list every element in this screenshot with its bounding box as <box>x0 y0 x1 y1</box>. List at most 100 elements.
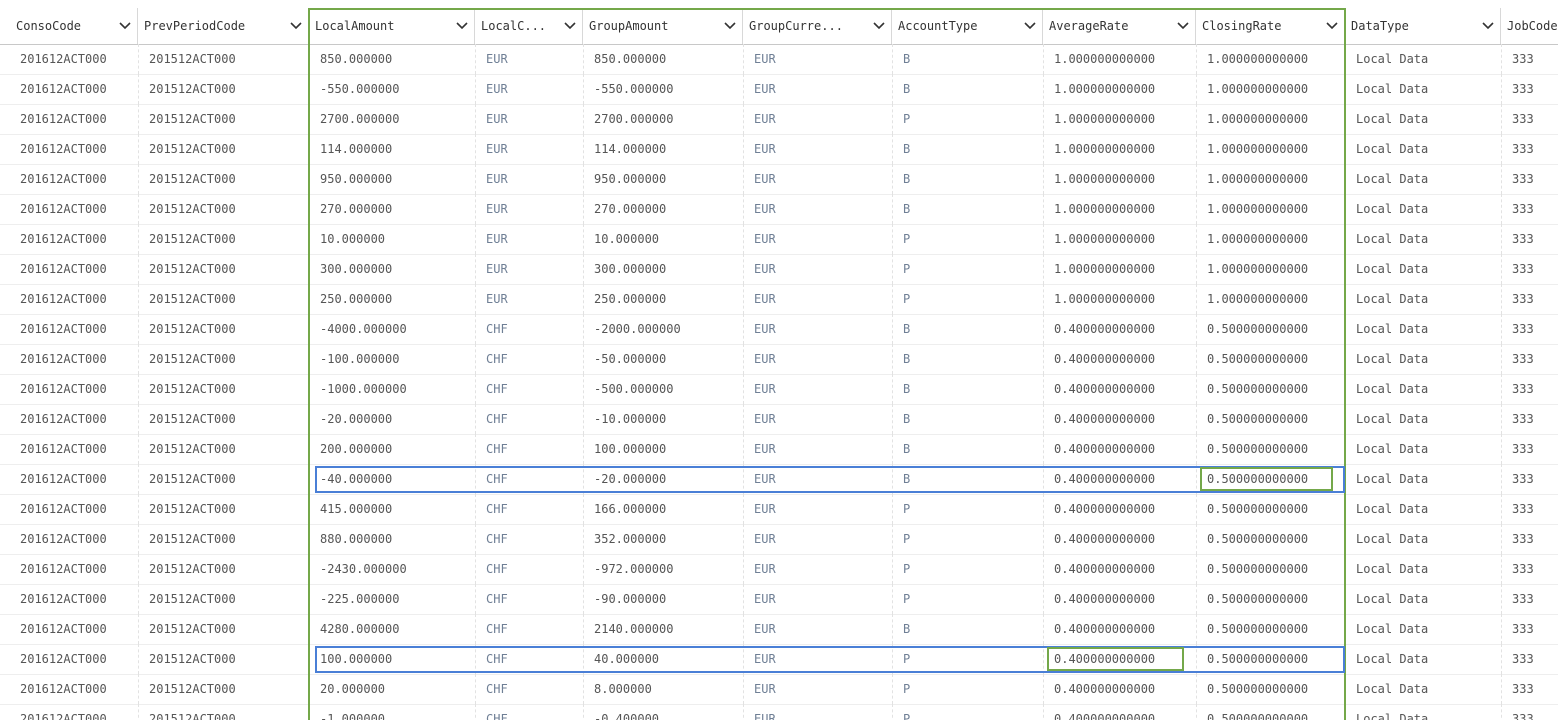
column-header-label: GroupAmount <box>589 19 669 33</box>
cell-consocode: 201612ACT000 <box>20 292 107 306</box>
cell-accounttype: P <box>892 524 1043 554</box>
cell-groupamount: 166.000000 <box>583 494 743 524</box>
cell-groupamount: 850.000000 <box>583 44 743 74</box>
cell-prevperiodcode: 201512ACT000 <box>138 194 309 224</box>
cell-closingrate: 0.500000000000 <box>1196 404 1345 434</box>
cell-groupcurre: EUR <box>743 494 892 524</box>
table-row[interactable]: 201612ACT000 201512ACT000 270.000000 EUR 270… <box>0 194 1558 225</box>
cell-prevperiodcode: 201512ACT000 <box>138 674 309 704</box>
cell-localc: CHF <box>475 644 583 674</box>
cell-averagerate: 0.400000000000 <box>1043 404 1196 434</box>
chevron-down-icon[interactable] <box>284 22 308 30</box>
column-header-localc[interactable]: LocalC... <box>475 8 583 44</box>
cell-closingrate: 1.000000000000 <box>1196 134 1345 164</box>
cell-datatype: Local Data <box>1345 224 1501 254</box>
cell-localc: EUR <box>475 224 583 254</box>
cell-localamount: -4000.000000 <box>309 314 475 344</box>
cell-groupcurre: EUR <box>743 524 892 554</box>
table-row[interactable]: 201612ACT000 201512ACT000 -225.000000 CHF -9… <box>0 584 1558 615</box>
table-row[interactable]: 201612ACT000 201512ACT000 -1000.000000 CHF -… <box>0 374 1558 405</box>
cell-closingrate: 0.500000000000 <box>1196 374 1345 404</box>
cell-consocode: 201612ACT000 <box>20 82 107 96</box>
column-header-label: LocalAmount <box>315 19 395 33</box>
table-row[interactable]: 201612ACT000 201512ACT000 -20.000000 CHF -10… <box>0 404 1558 435</box>
cell-groupamount: 10.000000 <box>583 224 743 254</box>
cell-jobcode: 333 <box>1501 584 1558 614</box>
cell-averagerate: 0.400000000000 <box>1043 554 1196 584</box>
column-header-closingrate[interactable]: ClosingRate <box>1196 8 1345 44</box>
cell-localamount: -1.000000 <box>309 704 475 720</box>
table-row[interactable]: 201612ACT000 201512ACT000 4280.000000 CHF 21… <box>0 614 1558 645</box>
cell-localc: EUR <box>475 44 583 74</box>
cell-localamount: 2700.000000 <box>309 104 475 134</box>
column-header-consocode[interactable]: ConsoCode <box>10 8 138 44</box>
cell-groupcurre: EUR <box>743 134 892 164</box>
table-row[interactable]: 201612ACT000 201512ACT000 -100.000000 CHF -5… <box>0 344 1558 375</box>
table-row[interactable]: 201612ACT000 201512ACT000 880.000000 CHF 352… <box>0 524 1558 555</box>
table-row[interactable]: 201612ACT000 201512ACT000 300.000000 EUR 300… <box>0 254 1558 285</box>
chevron-down-icon[interactable] <box>718 22 742 30</box>
cell-averagerate: 0.400000000000 <box>1043 344 1196 374</box>
cell-localc: CHF <box>475 434 583 464</box>
chevron-down-icon[interactable] <box>450 22 474 30</box>
chevron-down-icon[interactable] <box>1320 22 1344 30</box>
cell-jobcode: 333 <box>1501 104 1558 134</box>
cell-averagerate: 0.400000000000 <box>1043 674 1196 704</box>
table-row[interactable]: 201612ACT000 201512ACT000 20.000000 CHF 8.00… <box>0 674 1558 705</box>
column-header-averagerate[interactable]: AverageRate <box>1043 8 1196 44</box>
cell-prevperiodcode: 201512ACT000 <box>138 44 309 74</box>
table-row[interactable]: 201612ACT000 201512ACT000 -40.000000 CHF -20… <box>0 464 1558 495</box>
chevron-down-icon[interactable] <box>558 22 582 30</box>
cell-prevperiodcode: 201512ACT000 <box>138 704 309 720</box>
column-header-jobcode[interactable]: JobCode <box>1501 8 1558 44</box>
column-header-prevperiodcode[interactable]: PrevPeriodCode <box>138 8 309 44</box>
cell-consocode: 201612ACT000 <box>20 382 107 396</box>
table-row[interactable]: 201612ACT000 201512ACT000 950.000000 EUR 950… <box>0 164 1558 195</box>
chevron-down-icon[interactable] <box>1476 22 1500 30</box>
chevron-down-icon[interactable] <box>1171 22 1195 30</box>
cell-consocode: 201612ACT000 <box>20 712 107 720</box>
table-row[interactable]: 201612ACT000 201512ACT000 -2430.000000 CHF -… <box>0 554 1558 585</box>
cell-localc: EUR <box>475 134 583 164</box>
table-row[interactable]: 201612ACT000 201512ACT000 -550.000000 EUR -5… <box>0 74 1558 105</box>
cell-datatype: Local Data <box>1345 284 1501 314</box>
table-row[interactable]: 201612ACT000 201512ACT000 850.000000 EUR 850… <box>0 44 1558 75</box>
cell-localamount: 100.000000 <box>309 644 475 674</box>
cell-consocode: 201612ACT000 <box>20 202 107 216</box>
table-row[interactable]: 201612ACT000 201512ACT000 250.000000 EUR 250… <box>0 284 1558 315</box>
cell-localamount: -100.000000 <box>309 344 475 374</box>
column-header-accounttype[interactable]: AccountType <box>892 8 1043 44</box>
table-row[interactable]: 201612ACT000 201512ACT000 114.000000 EUR 114… <box>0 134 1558 165</box>
cell-localc: CHF <box>475 344 583 374</box>
table-row[interactable]: 201612ACT000 201512ACT000 100.000000 CHF 40.… <box>0 644 1558 675</box>
cell-groupcurre: EUR <box>743 614 892 644</box>
cell-consocode: 201612ACT000 <box>20 322 107 336</box>
cell-prevperiodcode: 201512ACT000 <box>138 284 309 314</box>
cell-jobcode: 333 <box>1501 44 1558 74</box>
column-header-label: LocalC... <box>481 19 547 33</box>
chevron-down-icon[interactable] <box>867 22 891 30</box>
table-row[interactable]: 201612ACT000 201512ACT000 10.000000 EUR 10.0… <box>0 224 1558 255</box>
column-header-label: DataType <box>1351 19 1409 33</box>
cell-consocode: 201612ACT000 <box>20 232 107 246</box>
column-header-groupcurre[interactable]: GroupCurre... <box>743 8 892 44</box>
cell-datatype: Local Data <box>1345 644 1501 674</box>
table-row[interactable]: 201612ACT000 201512ACT000 2700.000000 EUR 27… <box>0 104 1558 135</box>
cell-groupcurre: EUR <box>743 344 892 374</box>
cell-accounttype: P <box>892 704 1043 720</box>
table-row[interactable]: 201612ACT000 201512ACT000 200.000000 CHF 100… <box>0 434 1558 465</box>
cell-localamount: 850.000000 <box>309 44 475 74</box>
table-row[interactable]: 201612ACT000 201512ACT000 -1.000000 CHF -0.4… <box>0 704 1558 720</box>
cell-datatype: Local Data <box>1345 194 1501 224</box>
cell-jobcode: 333 <box>1501 524 1558 554</box>
chevron-down-icon[interactable] <box>1018 22 1042 30</box>
cell-closingrate: 1.000000000000 <box>1196 44 1345 74</box>
table-row[interactable]: 201612ACT000 201512ACT000 -4000.000000 CHF -… <box>0 314 1558 345</box>
cell-closingrate: 1.000000000000 <box>1196 254 1345 284</box>
table-row[interactable]: 201612ACT000 201512ACT000 415.000000 CHF 166… <box>0 494 1558 525</box>
cell-localc: CHF <box>475 554 583 584</box>
column-header-datatype[interactable]: DataType <box>1345 8 1501 44</box>
chevron-down-icon[interactable] <box>113 22 137 30</box>
column-header-localamount[interactable]: LocalAmount <box>309 8 475 44</box>
column-header-groupamount[interactable]: GroupAmount <box>583 8 743 44</box>
